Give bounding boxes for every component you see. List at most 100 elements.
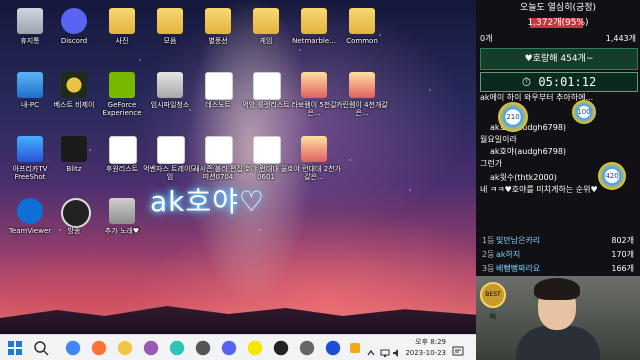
goal-title: 오늘도 열심히(긍정): [519, 3, 597, 13]
desktop-icon-label: 게임: [259, 37, 273, 45]
desktop-icon-label: 호야 런대대 울 0601: [244, 165, 288, 181]
chat-message: 그런가: [480, 159, 503, 168]
desktop-icon[interactable]: 추가 노래♥: [95, 194, 149, 244]
discord-icon: [61, 8, 87, 34]
desktop-icon-label: 사진: [115, 37, 129, 45]
desktop-icon[interactable]: 게임: [239, 4, 293, 54]
desktop-icon[interactable]: Discord: [47, 4, 101, 54]
goal-range-max: 1,443개: [605, 34, 636, 43]
chat-username: ak호야(audgh6798): [490, 147, 567, 156]
desktop-icon[interactable]: 베스트 비제이: [47, 68, 101, 118]
document-icon: [253, 136, 281, 164]
desktop-icon[interactable]: 별풍선: [191, 4, 245, 54]
ranking-position: 2등: [482, 250, 495, 259]
desktop-icon[interactable]: GeForce Experience: [95, 68, 149, 118]
image-icon: [301, 136, 327, 162]
windows-start-icon[interactable]: [6, 339, 24, 357]
desktop-icon-label: 먹벤자스 트레이모임: [143, 165, 197, 181]
desktop-icon-label: 카린렘이 4천개갈은...: [336, 101, 388, 117]
notification-icon[interactable]: [452, 342, 464, 356]
desktop-icon-label: Common: [346, 37, 378, 45]
desktop-icon-label: 먹방 룰렛리스트: [242, 101, 290, 109]
stream-sidebar: 오늘도 열심히(긍정) 1,372개(95%) 0개 1,443개 ♥호랑해 4…: [476, 0, 640, 360]
clock-time: 오후 8:29: [415, 338, 446, 346]
chevron-up-icon[interactable]: [366, 343, 376, 356]
desktop-icon[interactable]: 먹방 룰렛리스트: [239, 68, 293, 118]
desktop-icon[interactable]: Blitz: [47, 132, 101, 182]
desktop-icon[interactable]: 임시파일청소: [143, 68, 197, 118]
desktop-icon-label: 후원리스트: [105, 165, 139, 173]
desktop-icon[interactable]: 먹벤자스 트레이모임: [143, 132, 197, 182]
ranking-value: 802개: [611, 236, 634, 245]
nvidia-icon: [109, 72, 135, 98]
document-icon: [157, 136, 185, 164]
desktop-icon-label: Blitz: [66, 165, 82, 173]
desktop-icon[interactable]: 호야 런대대 울 0601: [239, 132, 293, 182]
balloon-badge-icon: 420: [598, 162, 626, 190]
ranking-value: 170개: [611, 250, 634, 259]
desktop-icon-label: 라보렘이 5천갈은...: [291, 101, 337, 117]
screen: 휴지통 Discord 사진 모음 별풍선 게임 Netmarble... Common 내-P…: [0, 0, 640, 360]
whale-icon[interactable]: [169, 340, 185, 356]
kakaotalk-icon[interactable]: [247, 340, 263, 356]
desktop-icon-label: 추가 노래♥: [104, 227, 140, 235]
image-icon: [349, 72, 375, 98]
gear-icon[interactable]: [299, 340, 315, 356]
chat-message: 네 ㅋㅋ♥호야를 미치게하는 순위♥: [480, 185, 598, 194]
clock-date: 2023-10-23: [405, 349, 446, 357]
desktop-icon[interactable]: Netmarble...: [287, 4, 341, 54]
network-icon[interactable]: [380, 343, 390, 357]
desktop-icon[interactable]: 호야 런대대 2천가갈은...: [287, 132, 341, 182]
desktop-icon[interactable]: 새시즌 블러 편집미션0704: [191, 132, 245, 182]
desktop-icon-label: 데스노트: [205, 101, 231, 109]
timer-icon: ⏱: [521, 75, 539, 89]
desktop-icon-label: 임시파일청소: [150, 101, 190, 109]
ranking-row: 3등 베뻥뻥짜라요 166개: [480, 262, 636, 275]
document-icon: [205, 136, 233, 164]
desktop-icon[interactable]: Common: [335, 4, 389, 54]
medal-icon: [61, 72, 87, 98]
ranking-name: 베뻥뻥짜라요: [496, 264, 541, 273]
desktop-icon-label: 호야 런대대 2천가갈은...: [287, 165, 341, 181]
ranking-row: 1등 빛만남은카리 802개: [480, 234, 636, 247]
document-icon: [109, 136, 137, 164]
desktop-icon-label: 베스트 비제이: [53, 101, 95, 109]
desktop-icon[interactable]: 모음: [143, 4, 197, 54]
folder-icon[interactable]: [117, 340, 133, 356]
ranking-row: 2등 ak하지 170개: [480, 248, 636, 261]
discord-icon[interactable]: [221, 340, 237, 356]
goal-range: 0개 1,443개: [476, 32, 640, 46]
tiger-banner: ♥호랑해 454개~: [480, 48, 638, 70]
app-icon[interactable]: [195, 340, 211, 356]
image-icon: [301, 72, 327, 98]
desktop-icon[interactable]: 데스노트: [191, 68, 245, 118]
ranking-name: 빛만남은카리: [496, 236, 541, 245]
chrome-icon[interactable]: [65, 340, 81, 356]
ranking-value: 166개: [611, 264, 634, 273]
folder-icon: [349, 8, 375, 34]
ranking-list: 1등 빛만남은카리 802개 2등 ak하지 170개 3등 베뻥뻥짜라요 166개: [480, 234, 636, 276]
goal-progress-label: 1,372개(95%): [527, 18, 589, 28]
desktop-icon[interactable]: 카린렘이 4천개갈은...: [335, 68, 389, 118]
desktop-icon[interactable]: 후원리스트: [95, 132, 149, 182]
webcam-feed: BEST BJ: [476, 276, 640, 360]
firefox-icon[interactable]: [91, 340, 107, 356]
kakao-icon[interactable]: [143, 340, 159, 356]
ranking-position: 3등: [482, 264, 495, 273]
search-icon[interactable]: [32, 339, 50, 357]
taskbar-clock[interactable]: 오후 8:29 2023-10-23: [398, 337, 446, 359]
balloon-badge-icon: 100: [572, 100, 596, 124]
desktop-icon[interactable]: 방송: [47, 194, 101, 244]
desktop-icon[interactable]: 라보렘이 5천갈은...: [287, 68, 341, 118]
warning-tray-icon[interactable]: [350, 343, 360, 353]
best-bj-badge: BEST BJ: [480, 282, 506, 320]
desktop-icon[interactable]: 사진: [95, 4, 149, 54]
desktop-icon-label: 별풍선: [208, 37, 228, 45]
stream-overlay-text: ak호야♡: [150, 185, 265, 218]
file-icon: [109, 198, 135, 224]
desktop-icon-label: 방송: [67, 227, 81, 235]
obs-icon[interactable]: [273, 340, 289, 356]
tv-icon[interactable]: [325, 340, 341, 356]
pdf-icon: [17, 136, 43, 162]
folder-icon: [253, 8, 279, 34]
